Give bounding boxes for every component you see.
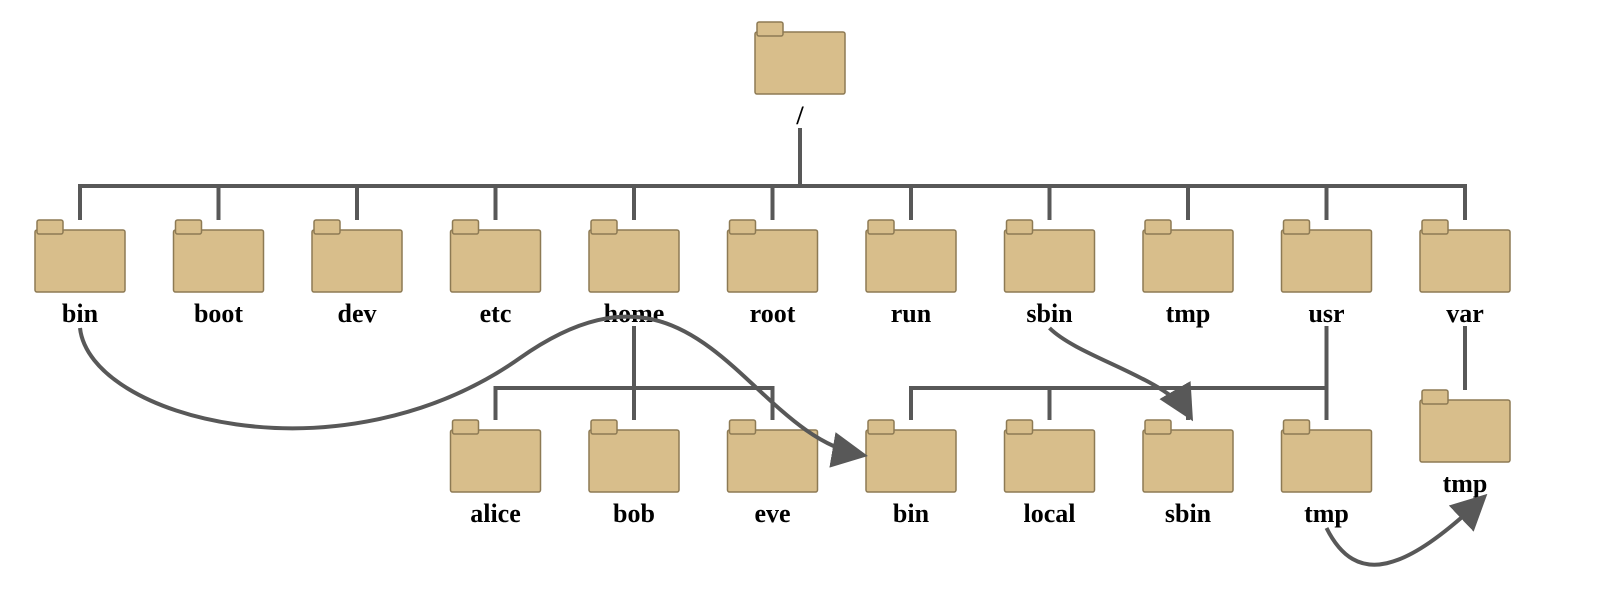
folder-icon <box>589 420 679 492</box>
folder-tmp: tmp <box>1143 220 1233 328</box>
folder-icon <box>312 220 402 292</box>
folder-bob: bob <box>589 420 679 528</box>
folder-label-home: home <box>604 299 665 328</box>
folder-icon <box>866 420 956 492</box>
folder-usr_bin: bin <box>866 420 956 528</box>
folder-icon <box>451 420 541 492</box>
folder-icon <box>1005 420 1095 492</box>
folder-label-boot: boot <box>194 299 243 328</box>
folder-icon <box>174 220 264 292</box>
folder-sbin: sbin <box>1005 220 1095 328</box>
folder-eve: eve <box>728 420 818 528</box>
folder-label-var_tmp: tmp <box>1443 469 1488 498</box>
folder-var: var <box>1420 220 1510 328</box>
folder-label-ROOT: / <box>795 101 804 130</box>
folder-var_tmp: tmp <box>1420 390 1510 498</box>
folder-usr_sbin: sbin <box>1143 420 1233 528</box>
folder-usr: usr <box>1282 220 1372 328</box>
folder-usr_local: local <box>1005 420 1095 528</box>
folder-icon <box>451 220 541 292</box>
folder-label-etc: etc <box>480 299 512 328</box>
folder-icon <box>755 22 845 94</box>
folder-icon <box>1420 390 1510 462</box>
folder-ROOT: / <box>755 22 845 130</box>
folder-icon <box>1143 420 1233 492</box>
folder-dev: dev <box>312 220 402 328</box>
folder-etc: etc <box>451 220 541 328</box>
folder-label-var: var <box>1446 299 1484 328</box>
folder-label-usr_local: local <box>1024 499 1076 528</box>
folder-label-sbin: sbin <box>1026 299 1073 328</box>
folder-usr_tmp: tmp <box>1282 420 1372 528</box>
folder-icon <box>589 220 679 292</box>
folder-label-usr: usr <box>1308 299 1344 328</box>
folder-label-root: root <box>750 299 796 328</box>
folder-label-usr_bin: bin <box>893 499 930 528</box>
filesystem-tree-diagram: / bin boot dev etc home root run sbin tmp usr var al… <box>0 0 1600 614</box>
folder-icon <box>35 220 125 292</box>
folder-label-eve: eve <box>754 499 790 528</box>
symlink-sbin-to-usr-sbin <box>1050 328 1191 416</box>
folder-run: run <box>866 220 956 328</box>
folder-root: root <box>728 220 818 328</box>
folder-label-usr_tmp: tmp <box>1304 499 1349 528</box>
folder-bin: bin <box>35 220 125 328</box>
folder-label-bob: bob <box>613 499 655 528</box>
folder-icon <box>1005 220 1095 292</box>
folder-label-tmp: tmp <box>1166 299 1211 328</box>
folder-icon <box>1282 220 1372 292</box>
folder-icon <box>866 220 956 292</box>
folder-icon <box>1420 220 1510 292</box>
folder-label-alice: alice <box>470 499 521 528</box>
folder-home: home <box>589 220 679 328</box>
folder-icon <box>1143 220 1233 292</box>
folder-label-run: run <box>891 299 932 328</box>
symlink-usr-tmp-to-var-tmp <box>1327 498 1484 565</box>
folder-boot: boot <box>174 220 264 328</box>
folder-icon <box>728 220 818 292</box>
folder-icon <box>1282 420 1372 492</box>
folder-label-usr_sbin: sbin <box>1165 499 1212 528</box>
folder-label-dev: dev <box>338 299 377 328</box>
folder-alice: alice <box>451 420 541 528</box>
folder-label-bin: bin <box>62 299 99 328</box>
